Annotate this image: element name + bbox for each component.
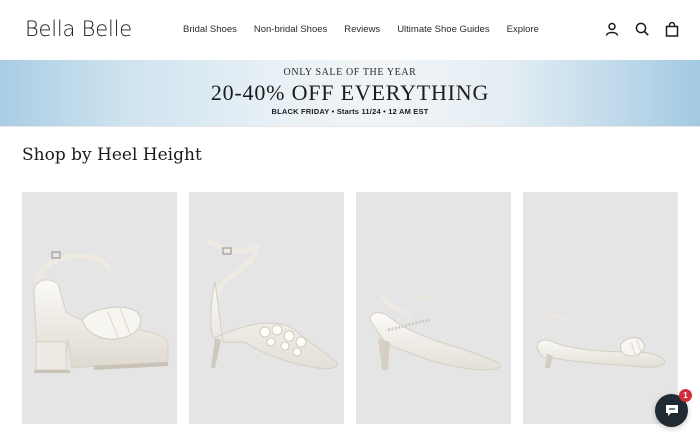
cart-icon[interactable] <box>664 20 680 38</box>
sale-banner[interactable]: ONLY SALE OF THE YEAR 20-40% OFF EVERYTH… <box>0 60 700 126</box>
nav-item-non-bridal-shoes[interactable]: Non-bridal Shoes <box>254 24 327 35</box>
product-card-platform-sandal[interactable] <box>22 192 177 424</box>
chat-badge: 1 <box>679 389 692 402</box>
site-header: Bella Belle Bridal Shoes Non-bridal Shoe… <box>0 0 700 60</box>
crystal-slingback-pump-image <box>369 294 501 371</box>
banner-headline: 20-40% OFF EVERYTHING <box>210 80 490 105</box>
header-icons <box>604 20 680 38</box>
nav-item-reviews[interactable]: Reviews <box>344 24 380 35</box>
product-card-crystal-slingback[interactable] <box>356 192 511 424</box>
platform-block-heel-sandal-image <box>33 251 169 373</box>
divider <box>0 126 700 127</box>
nav-item-shoe-guides[interactable]: Ultimate Shoe Guides <box>397 24 489 35</box>
brand-logo[interactable]: Bella Belle <box>25 17 132 41</box>
account-icon[interactable] <box>604 20 620 38</box>
search-icon[interactable] <box>634 20 650 38</box>
banner-kicker: ONLY SALE OF THE YEAR <box>283 67 417 78</box>
chat-icon <box>665 405 678 416</box>
banner-subline: BLACK FRIDAY • Starts 11/24 • 12 AM EST <box>271 107 429 116</box>
nav-item-bridal-shoes[interactable]: Bridal Shoes <box>183 24 237 35</box>
bow-kitten-heel-slingback-image <box>536 313 666 368</box>
product-card-pearl-pump[interactable] <box>189 192 344 424</box>
product-grid <box>22 192 678 424</box>
pearl-pointed-pump-image <box>205 237 338 370</box>
product-card-bow-kitten-heel[interactable] <box>523 192 678 424</box>
section-title: Shop by Heel Height <box>22 145 202 165</box>
main-nav: Bridal Shoes Non-bridal Shoes Reviews Ul… <box>183 24 539 35</box>
nav-item-explore[interactable]: Explore <box>507 24 539 35</box>
